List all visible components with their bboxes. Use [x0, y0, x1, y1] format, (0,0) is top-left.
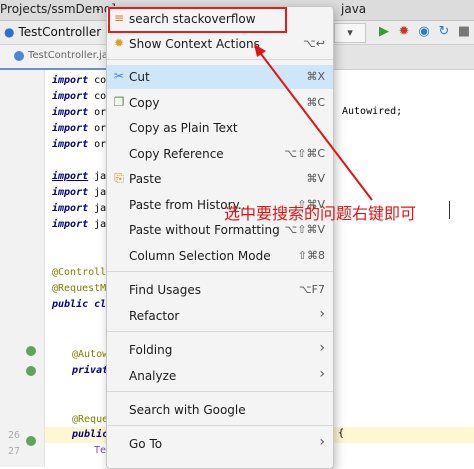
text-caret: [449, 201, 450, 219]
arrow-icon: [254, 44, 373, 201]
annotation-text: 选中要搜索的问题右键即可: [224, 204, 417, 223]
